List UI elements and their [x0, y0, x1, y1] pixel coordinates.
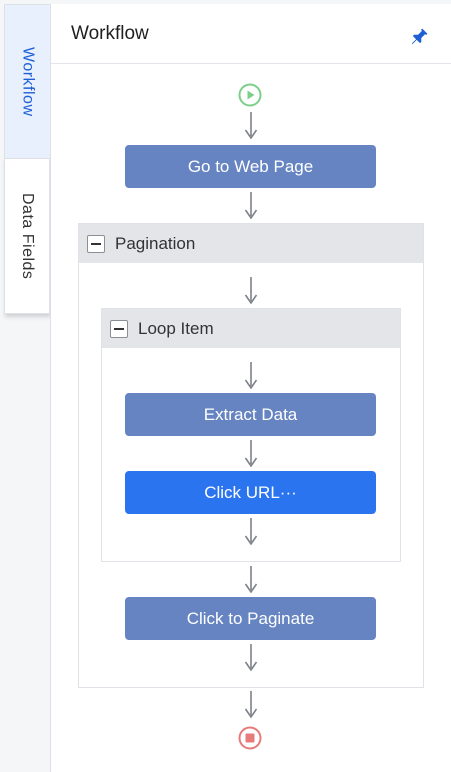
arrow-down-icon — [244, 192, 258, 220]
tab-workflow[interactable]: Workflow — [4, 4, 50, 159]
loop-item-label: Loop Item — [138, 318, 214, 338]
stop-icon[interactable] — [238, 726, 262, 750]
arrow-down-icon — [244, 644, 258, 672]
arrow-down-icon — [244, 691, 258, 719]
pin-icon[interactable] — [408, 26, 430, 48]
click-url-node[interactable]: Click URL··· — [125, 471, 376, 514]
loop-item-header[interactable]: Loop Item — [102, 309, 400, 348]
extract-data-node[interactable]: Extract Data — [125, 393, 376, 436]
arrow-down-icon — [244, 112, 258, 140]
side-tab-rail: Workflow Data Fields — [4, 4, 50, 314]
pagination-header[interactable]: Pagination — [79, 224, 423, 263]
click-to-paginate-node[interactable]: Click to Paginate — [125, 597, 376, 640]
arrow-down-icon — [244, 566, 258, 594]
collapse-icon[interactable] — [87, 234, 105, 253]
tab-data-fields[interactable]: Data Fields — [4, 158, 50, 314]
arrow-down-icon — [244, 362, 258, 390]
panel-header: Workflow — [51, 4, 451, 64]
arrow-down-icon — [244, 518, 258, 546]
tab-workflow-label: Workflow — [19, 46, 37, 117]
tab-data-fields-label: Data Fields — [19, 192, 36, 280]
start-icon[interactable] — [238, 83, 262, 107]
go-to-web-page-node[interactable]: Go to Web Page — [125, 145, 376, 188]
collapse-icon[interactable] — [110, 319, 128, 338]
pagination-label: Pagination — [115, 233, 196, 253]
panel-title: Workflow — [71, 23, 149, 44]
arrow-down-icon — [244, 440, 258, 468]
arrow-down-icon — [244, 277, 258, 305]
